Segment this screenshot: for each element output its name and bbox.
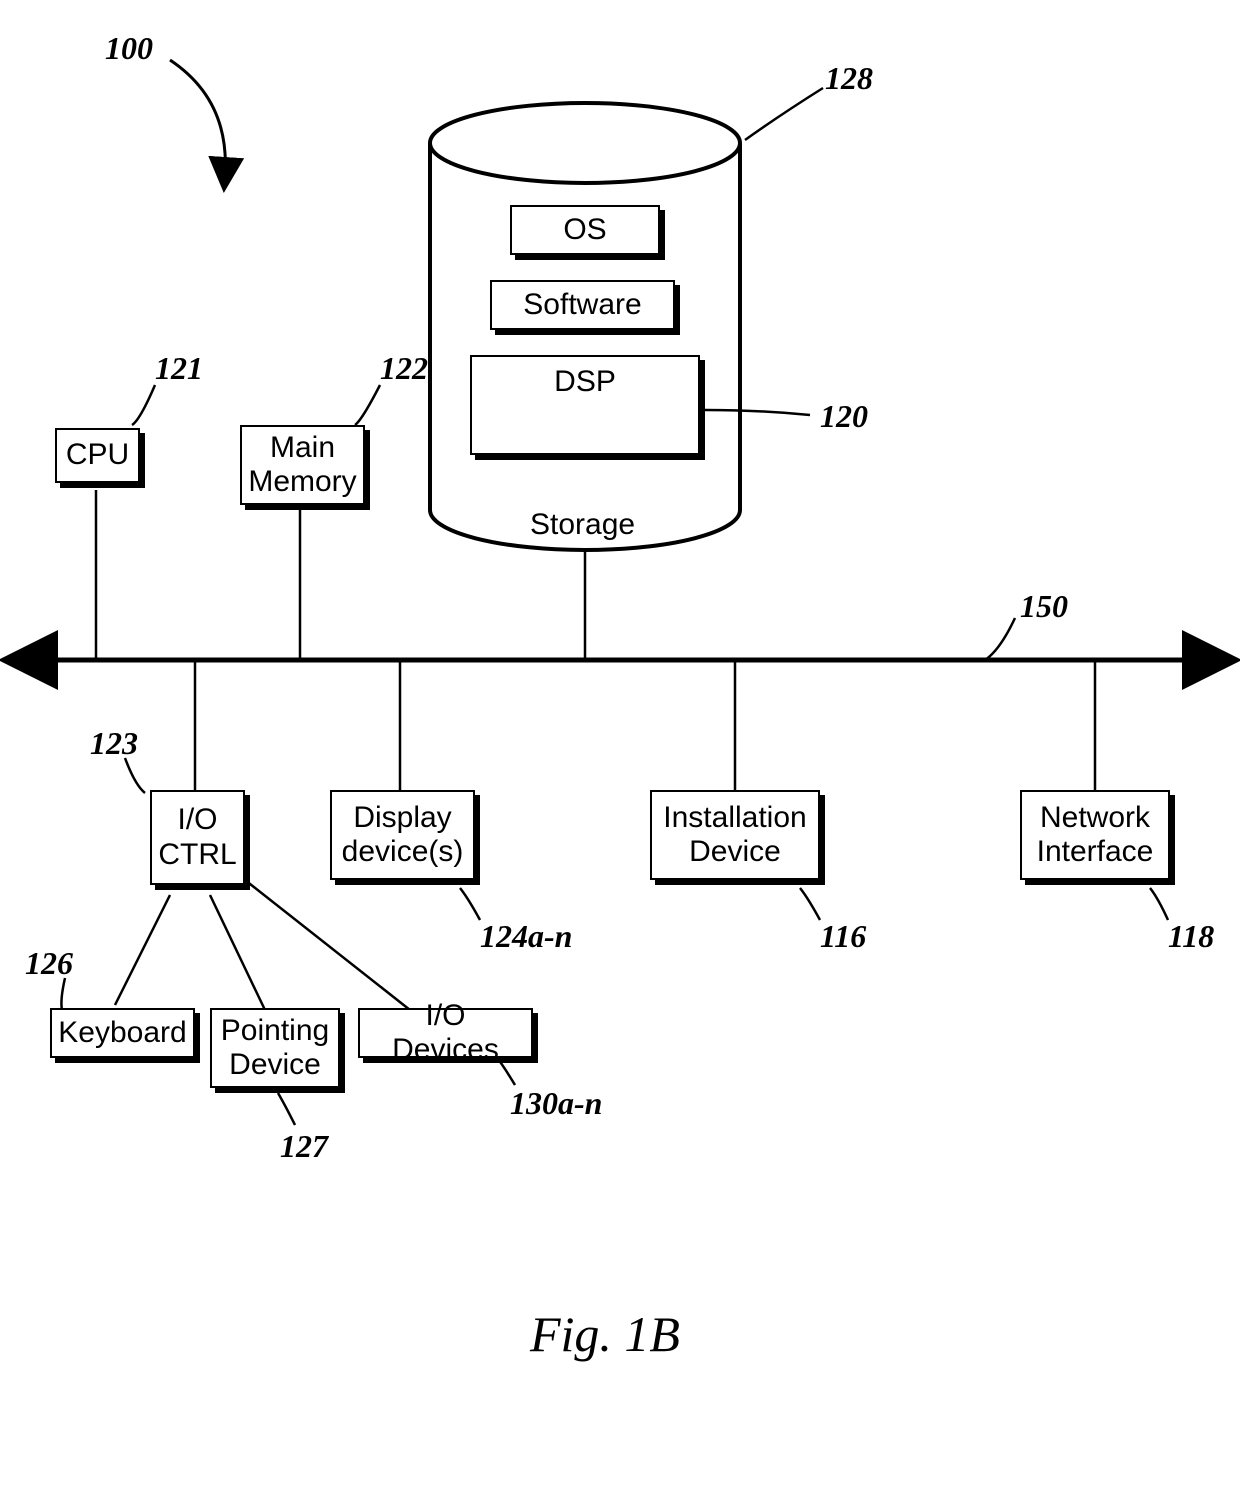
- pointing-box: Pointing Device: [210, 1008, 340, 1088]
- main-memory-label: Main Memory: [248, 431, 356, 500]
- network-label: Network Interface: [1037, 801, 1154, 870]
- software-box: Software: [490, 280, 675, 330]
- ref-120: 120: [820, 398, 868, 435]
- ref-100: 100: [105, 30, 153, 67]
- storage-label: Storage: [530, 508, 635, 542]
- ref-126: 126: [25, 945, 73, 982]
- software-label: Software: [523, 288, 641, 323]
- install-box: Installation Device: [650, 790, 820, 880]
- os-label: OS: [563, 213, 606, 248]
- io-devices-label: I/O Devices: [370, 999, 521, 1068]
- keyboard-box: Keyboard: [50, 1008, 195, 1058]
- ref-122: 122: [380, 350, 428, 387]
- figure-caption: Fig. 1B: [530, 1305, 680, 1363]
- ref-150: 150: [1020, 588, 1068, 625]
- ref-116: 116: [820, 918, 866, 955]
- cpu-label: CPU: [66, 438, 129, 473]
- io-devices-box: I/O Devices: [358, 1008, 533, 1058]
- ref-124: 124a-n: [480, 918, 572, 955]
- io-ctrl-box: I/O CTRL: [150, 790, 245, 885]
- io-ctrl-label: I/O CTRL: [158, 803, 236, 872]
- cpu-box: CPU: [55, 428, 140, 483]
- keyboard-label: Keyboard: [58, 1016, 186, 1051]
- display-box: Display device(s): [330, 790, 475, 880]
- pointing-label: Pointing Device: [221, 1014, 329, 1083]
- ref-130: 130a-n: [510, 1085, 602, 1122]
- display-label: Display device(s): [342, 801, 464, 870]
- ref-128: 128: [825, 60, 873, 97]
- diagram-stage: 100 121 122 128 120 150 123 124a-n 116 1…: [0, 0, 1240, 1500]
- ref-123: 123: [90, 725, 138, 762]
- network-box: Network Interface: [1020, 790, 1170, 880]
- dsp-box: DSP: [470, 355, 700, 455]
- main-memory-box: Main Memory: [240, 425, 365, 505]
- os-box: OS: [510, 205, 660, 255]
- ref-121: 121: [155, 350, 203, 387]
- install-label: Installation Device: [663, 801, 806, 870]
- dsp-label: DSP: [554, 365, 616, 400]
- ref-127: 127: [280, 1128, 328, 1165]
- ref-118: 118: [1168, 918, 1214, 955]
